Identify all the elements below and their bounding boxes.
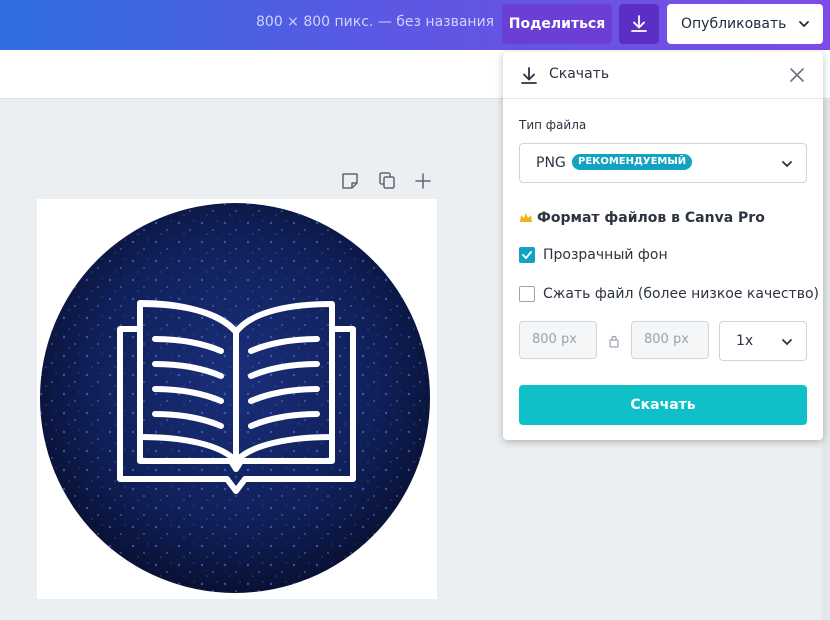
lock-icon[interactable] (608, 334, 620, 348)
note-icon[interactable] (340, 170, 360, 192)
file-type-label: Тип файла (519, 118, 587, 132)
document-title[interactable]: 800 × 800 пикс. — без названия (256, 14, 494, 30)
close-icon[interactable] (789, 67, 805, 83)
duplicate-icon[interactable] (377, 170, 397, 192)
top-bar: 800 × 800 пикс. — без названия Поделитьс… (0, 0, 830, 50)
download-icon (631, 15, 647, 32)
compress-label: Сжать файл (более низкое качество) (543, 286, 819, 302)
crown-icon (520, 213, 532, 222)
check-icon (522, 251, 532, 260)
recommended-badge: РЕКОМЕНДУЕМЫЙ (572, 154, 693, 170)
transparent-bg-label: Прозрачный фон (543, 247, 668, 263)
book-icon (40, 203, 430, 593)
height-input[interactable]: 800 px (631, 321, 709, 359)
download-button[interactable] (619, 4, 659, 44)
transparent-bg-checkbox[interactable] (519, 247, 535, 263)
scale-value: 1x (736, 333, 754, 349)
transparent-bg-row[interactable]: Прозрачный фон (519, 247, 668, 263)
download-panel: Скачать Тип файла PNG РЕКОМЕНДУЕМЫЙ Форм… (503, 52, 823, 440)
download-icon (521, 67, 537, 84)
chevron-down-icon (799, 21, 809, 28)
share-button[interactable]: Поделиться (502, 4, 612, 44)
download-panel-header: Скачать (503, 52, 823, 99)
add-icon[interactable] (413, 170, 433, 192)
compress-row[interactable]: Сжать файл (более низкое качество) (519, 286, 819, 302)
vertical-scrollbar[interactable] (822, 100, 830, 620)
chevron-down-icon (782, 339, 792, 346)
download-panel-title: Скачать (549, 66, 610, 82)
design-artboard[interactable] (37, 199, 437, 599)
compress-checkbox[interactable] (519, 286, 535, 302)
publish-label: Опубликовать (681, 16, 787, 32)
scale-select[interactable]: 1x (719, 321, 807, 361)
publish-button[interactable]: Опубликовать (667, 4, 823, 44)
file-type-select[interactable]: PNG РЕКОМЕНДУЕМЫЙ (519, 143, 807, 183)
file-type-value: PNG (536, 155, 566, 171)
pro-formats-row: Формат файлов в Canva Pro (519, 210, 765, 226)
width-input[interactable]: 800 px (519, 321, 597, 359)
pro-formats-label: Формат файлов в Canva Pro (537, 210, 765, 226)
chevron-down-icon (782, 161, 792, 168)
download-submit-button[interactable]: Скачать (519, 385, 807, 425)
